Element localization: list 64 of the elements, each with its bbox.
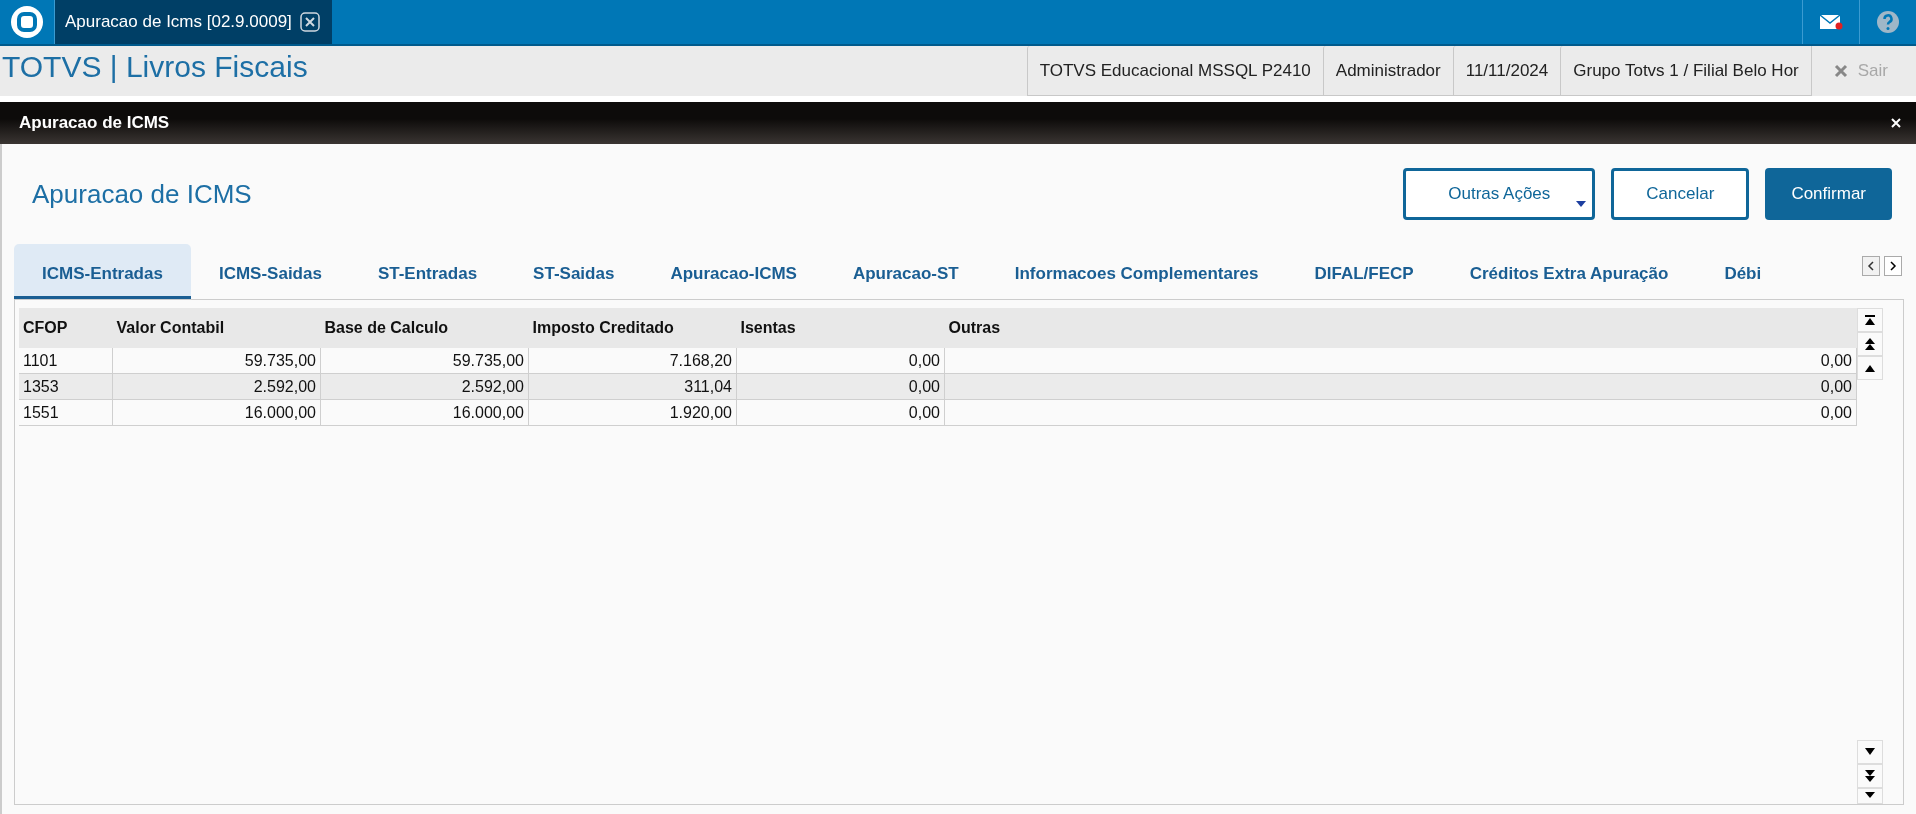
column-header: Isentas <box>736 308 945 348</box>
table-cell: 1353 <box>19 373 113 400</box>
tab[interactable]: DIFAL/FECP <box>1286 244 1442 299</box>
scroll-top-button[interactable] <box>1857 308 1883 332</box>
table-cell: 1.920,00 <box>528 399 737 426</box>
tab-label: Apuracao de Icms [02.9.0009] <box>65 12 292 32</box>
header-info: Administrador <box>1322 46 1453 96</box>
table-cell: 2.592,00 <box>320 373 529 400</box>
page-up-button[interactable] <box>1857 332 1883 356</box>
scroll-up-button[interactable] <box>1857 356 1883 380</box>
confirm-button[interactable]: Confirmar <box>1765 168 1892 220</box>
column-header: Outras <box>944 308 1857 348</box>
header-info: Grupo Totvs 1 / Filial Belo Hor <box>1560 46 1811 96</box>
double-down-arrow-icon <box>1864 769 1876 783</box>
arrow-to-top-icon <box>1864 314 1876 326</box>
table-cell: 59.735,00 <box>112 348 321 374</box>
dialog-title: Apuracao de ICMS <box>19 113 171 133</box>
table-cell: 0,00 <box>736 348 945 374</box>
scroll-bottom-button[interactable] <box>1857 788 1883 804</box>
header-info: TOTVS Educacional MSSQL P2410 <box>1026 46 1323 96</box>
header-info: 11/11/2024 <box>1452 46 1561 96</box>
page-heading: Apuracao de ICMS <box>31 178 252 210</box>
close-icon[interactable] <box>299 12 320 32</box>
chevron-right-icon <box>1889 261 1897 271</box>
column-header: Imposto Creditado <box>528 308 737 348</box>
cancel-button[interactable]: Cancelar <box>1611 168 1750 220</box>
app-title: TOTVS | Livros Fiscais <box>1 49 308 85</box>
table-cell: 16.000,00 <box>320 399 529 426</box>
table-cell: 0,00 <box>944 399 1857 426</box>
table-cell: 0,00 <box>736 373 945 400</box>
table-cell: 0,00 <box>944 348 1857 374</box>
table-cell: 59.735,00 <box>320 348 529 374</box>
chevron-left-icon <box>1867 261 1875 271</box>
page-down-button[interactable] <box>1857 764 1883 788</box>
down-arrow-icon <box>1864 747 1876 757</box>
tab[interactable]: ST-Saidas <box>505 244 643 299</box>
menu-button[interactable]: Outras Ações <box>1403 168 1596 220</box>
table-cell: 1551 <box>19 399 113 426</box>
column-header: CFOP <box>19 308 113 348</box>
scroll-right-button[interactable] <box>1884 256 1902 276</box>
table-cell: 7.168,20 <box>528 348 737 374</box>
column-header: Base de Calculo <box>320 308 529 348</box>
tab[interactable]: ST-Entradas <box>349 244 506 299</box>
table-cell: 0,00 <box>736 399 945 426</box>
table-cell: 1101 <box>19 348 113 374</box>
tab[interactable]: Apuracao-ST <box>824 244 987 299</box>
tab[interactable]: Apuracao-ICMS <box>642 244 825 299</box>
table-cell: 0,00 <box>944 373 1857 400</box>
close-icon <box>1833 64 1848 78</box>
up-arrow-icon <box>1864 363 1876 373</box>
tab[interactable]: Créditos Extra Apuração <box>1441 244 1697 299</box>
table-cell: 2.592,00 <box>112 373 321 400</box>
tab[interactable]: ICMS-Entradas <box>14 244 191 299</box>
tab[interactable]: ICMS-Saidas <box>190 244 350 299</box>
scroll-left-button[interactable] <box>1862 256 1880 276</box>
tab[interactable]: Débi <box>1696 244 1762 299</box>
app-tab[interactable]: Apuracao de Icms [02.9.0009] <box>55 0 332 44</box>
double-up-arrow-icon <box>1864 337 1876 351</box>
column-header: Valor Contabil <box>112 308 321 348</box>
scroll-down-button[interactable] <box>1857 740 1883 764</box>
caret-icon <box>1576 201 1587 207</box>
tab[interactable]: Informacoes Complementares <box>986 244 1287 299</box>
table-cell: 311,04 <box>528 373 737 400</box>
table-cell: 16.000,00 <box>112 399 321 426</box>
